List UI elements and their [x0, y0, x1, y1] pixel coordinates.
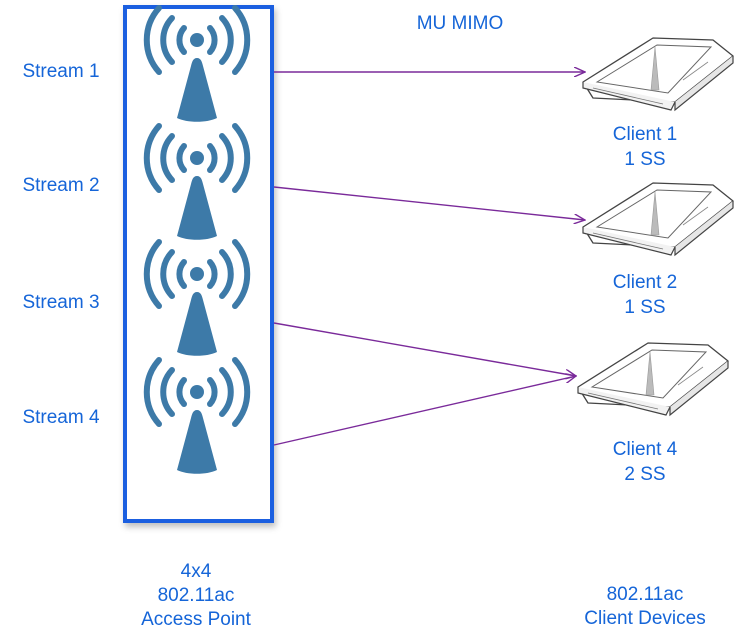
client-devices-standard: 802.11ac — [606, 584, 684, 605]
access-point-type: Access Point — [141, 609, 251, 630]
stream-arrow — [273, 322, 576, 376]
client-devices-caption: 802.11ac Client Devices — [570, 583, 720, 631]
client-streams: 1 SS — [624, 297, 666, 318]
antenna-icon — [147, 242, 247, 356]
antenna-icon — [147, 8, 247, 122]
client-devices-type: Client Devices — [584, 608, 706, 629]
access-point-standard: 802.11ac — [157, 585, 235, 606]
access-point-config: 4x4 — [180, 561, 212, 582]
antenna-icon — [147, 360, 247, 474]
access-point-caption: 4x4 802.11ac Access Point — [120, 560, 272, 632]
client-streams: 1 SS — [624, 149, 666, 170]
tablet-icon — [582, 37, 734, 111]
client-name: Client 1 — [612, 124, 678, 145]
client-name: Client 4 — [612, 439, 678, 460]
stream-arrow — [273, 186, 585, 220]
client-streams: 2 SS — [624, 464, 666, 485]
tablet-icon — [582, 182, 734, 256]
tablet-icon — [577, 342, 729, 416]
client-name: Client 2 — [612, 272, 678, 293]
stream-arrow — [273, 376, 576, 446]
antenna-icon — [147, 126, 247, 240]
